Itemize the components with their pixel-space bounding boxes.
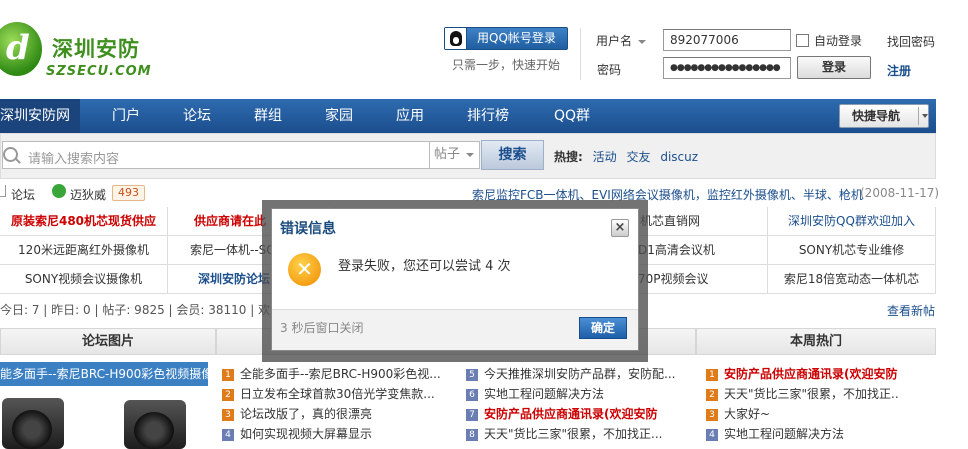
forum-stats: 今日: 7 | 昨日: 0 | 帖子: 9825 | 会员: 38110 | 欢 xyxy=(0,303,271,317)
link-cell[interactable]: SONY机芯专业维修 xyxy=(768,236,936,265)
username-input[interactable]: 892077006 xyxy=(663,29,791,51)
list-item[interactable]: 4 如何实现视频大屏幕显示 xyxy=(222,424,456,444)
list-item[interactable]: 3 论坛改版了，真的很漂亮 xyxy=(222,404,456,424)
link-cell[interactable]: 索尼18倍宽动态一体机芯 xyxy=(768,265,936,294)
hot-term[interactable]: 活动 xyxy=(593,150,617,164)
qq-penguin-icon xyxy=(445,28,467,49)
weekly-hot-header: 本周热门 xyxy=(696,328,936,355)
qq-login-button[interactable]: 用QQ帐号登录 xyxy=(444,27,568,50)
ok-button[interactable]: 确定 xyxy=(579,317,627,339)
qq-login-tip: 只需一步，快速开始 xyxy=(452,58,561,72)
chevron-down-icon xyxy=(466,152,475,157)
logo-glyph: d xyxy=(6,28,30,68)
hot-term[interactable]: discuz xyxy=(660,150,698,164)
hot-term[interactable]: 交友 xyxy=(626,150,650,164)
dialog-title: 错误信息 xyxy=(280,221,336,237)
list-item[interactable]: 2 天天"货比三家"很累，不加找正.. xyxy=(706,384,936,404)
nav-item-home[interactable]: 深圳安防网 xyxy=(0,99,80,133)
link-cell[interactable]: SONY视频会议摄像机 xyxy=(0,265,168,294)
chevron-down-icon xyxy=(638,39,647,44)
quick-nav-label: 快捷导航 xyxy=(852,109,901,123)
link-cell[interactable]: 120米远距离红外摄像机 xyxy=(0,236,168,265)
auto-login-label: 自动登录 xyxy=(814,34,863,48)
list-item[interactable]: 6 实地工程问题解决方法 xyxy=(466,384,692,404)
forum-pics-header: 论坛图片 xyxy=(0,328,216,355)
search-icon xyxy=(3,147,18,162)
hot-search: 热搜: 活动 交友 discuz xyxy=(554,148,698,165)
list-item[interactable]: 1 安防产品供应商通讯录(欢迎安防 xyxy=(706,364,936,384)
list-item[interactable]: 3 大家好~ xyxy=(706,404,936,424)
qq-login-label: 用QQ帐号登录 xyxy=(477,31,556,45)
camera-lens xyxy=(12,410,52,449)
register-link[interactable]: 注册 xyxy=(887,62,911,79)
auto-login-checkbox[interactable] xyxy=(796,34,809,47)
user-name[interactable]: 迈狄威 xyxy=(70,186,106,203)
nav-item-apps[interactable]: 应用 xyxy=(396,99,424,133)
link-cell[interactable]: 原装索尼480机芯现货供应 xyxy=(0,207,168,236)
find-password-link[interactable]: 找回密码 xyxy=(887,33,935,50)
main-nav: 深圳安防网 门户 论坛 群组 家园 应用 排行榜 QQ群 xyxy=(0,99,936,133)
close-icon[interactable]: × xyxy=(611,219,629,237)
credit-badge: 493 xyxy=(112,185,145,201)
nav-item-portal[interactable]: 门户 xyxy=(112,99,140,133)
login-button[interactable]: 登录 xyxy=(797,56,871,79)
dialog-countdown: 3 秒后窗口关闭 xyxy=(280,321,364,335)
list-item[interactable]: 5 今天推推深圳安防产品群，安防配... xyxy=(466,364,692,384)
nav-item-ranking[interactable]: 排行榜 xyxy=(467,99,509,133)
logo-domain: SZSECU.COM xyxy=(46,64,152,79)
camera-lens xyxy=(134,412,174,449)
nav-item-group[interactable]: 群组 xyxy=(254,99,282,133)
list-item[interactable]: 4 实地工程问题解决方法 xyxy=(706,424,936,444)
nav-item-qq-group[interactable]: QQ群 xyxy=(554,99,590,133)
link-cell[interactable]: 深圳安防QQ群欢迎加入 xyxy=(768,207,936,236)
news-date: (2008-11-17) xyxy=(860,186,940,200)
username-label[interactable]: 用户名 xyxy=(596,32,647,49)
search-scope-select[interactable]: 帖子 xyxy=(430,141,480,169)
new-posts-link[interactable]: 查看新帖 xyxy=(887,302,935,319)
quick-nav-button[interactable]: 快捷导航 xyxy=(839,104,929,128)
password-input[interactable]: ●●●●●●●●●●●●●●●● xyxy=(663,57,791,79)
search-button[interactable]: 搜索 xyxy=(481,140,544,170)
logo-text: 深圳安防 xyxy=(52,37,140,61)
chevron-down-icon xyxy=(922,114,928,118)
list-item[interactable]: 1 全能多面手--索尼BRC-H900彩色视... xyxy=(222,364,456,384)
nav-item-forum[interactable]: 论坛 xyxy=(183,99,211,133)
search-placeholder: 请输入搜索内容 xyxy=(28,152,120,167)
password-label: 密码 xyxy=(597,63,622,77)
hot-search-label: 热搜: xyxy=(554,150,583,164)
dialog-message: 登录失败，您还可以尝试 4 次 xyxy=(338,259,511,274)
nav-item-home-space[interactable]: 家园 xyxy=(325,99,353,133)
list-item[interactable]: 8 天天"货比三家"很累，不加找正... xyxy=(466,424,692,444)
user-avatar-icon xyxy=(52,184,66,198)
breadcrumb-forum[interactable]: 论坛 xyxy=(11,186,35,203)
home-icon xyxy=(0,185,6,197)
pic-caption[interactable]: 能多面手--索尼BRC-H900彩色视频摄像 xyxy=(0,362,208,386)
list-item[interactable]: 7 安防产品供应商通讯录(欢迎安防 xyxy=(466,404,692,424)
header-divider xyxy=(580,28,581,80)
error-icon: ✕ xyxy=(288,253,321,286)
list-item[interactable]: 2 日立发布全球首款30倍光学变焦款... xyxy=(222,384,456,404)
